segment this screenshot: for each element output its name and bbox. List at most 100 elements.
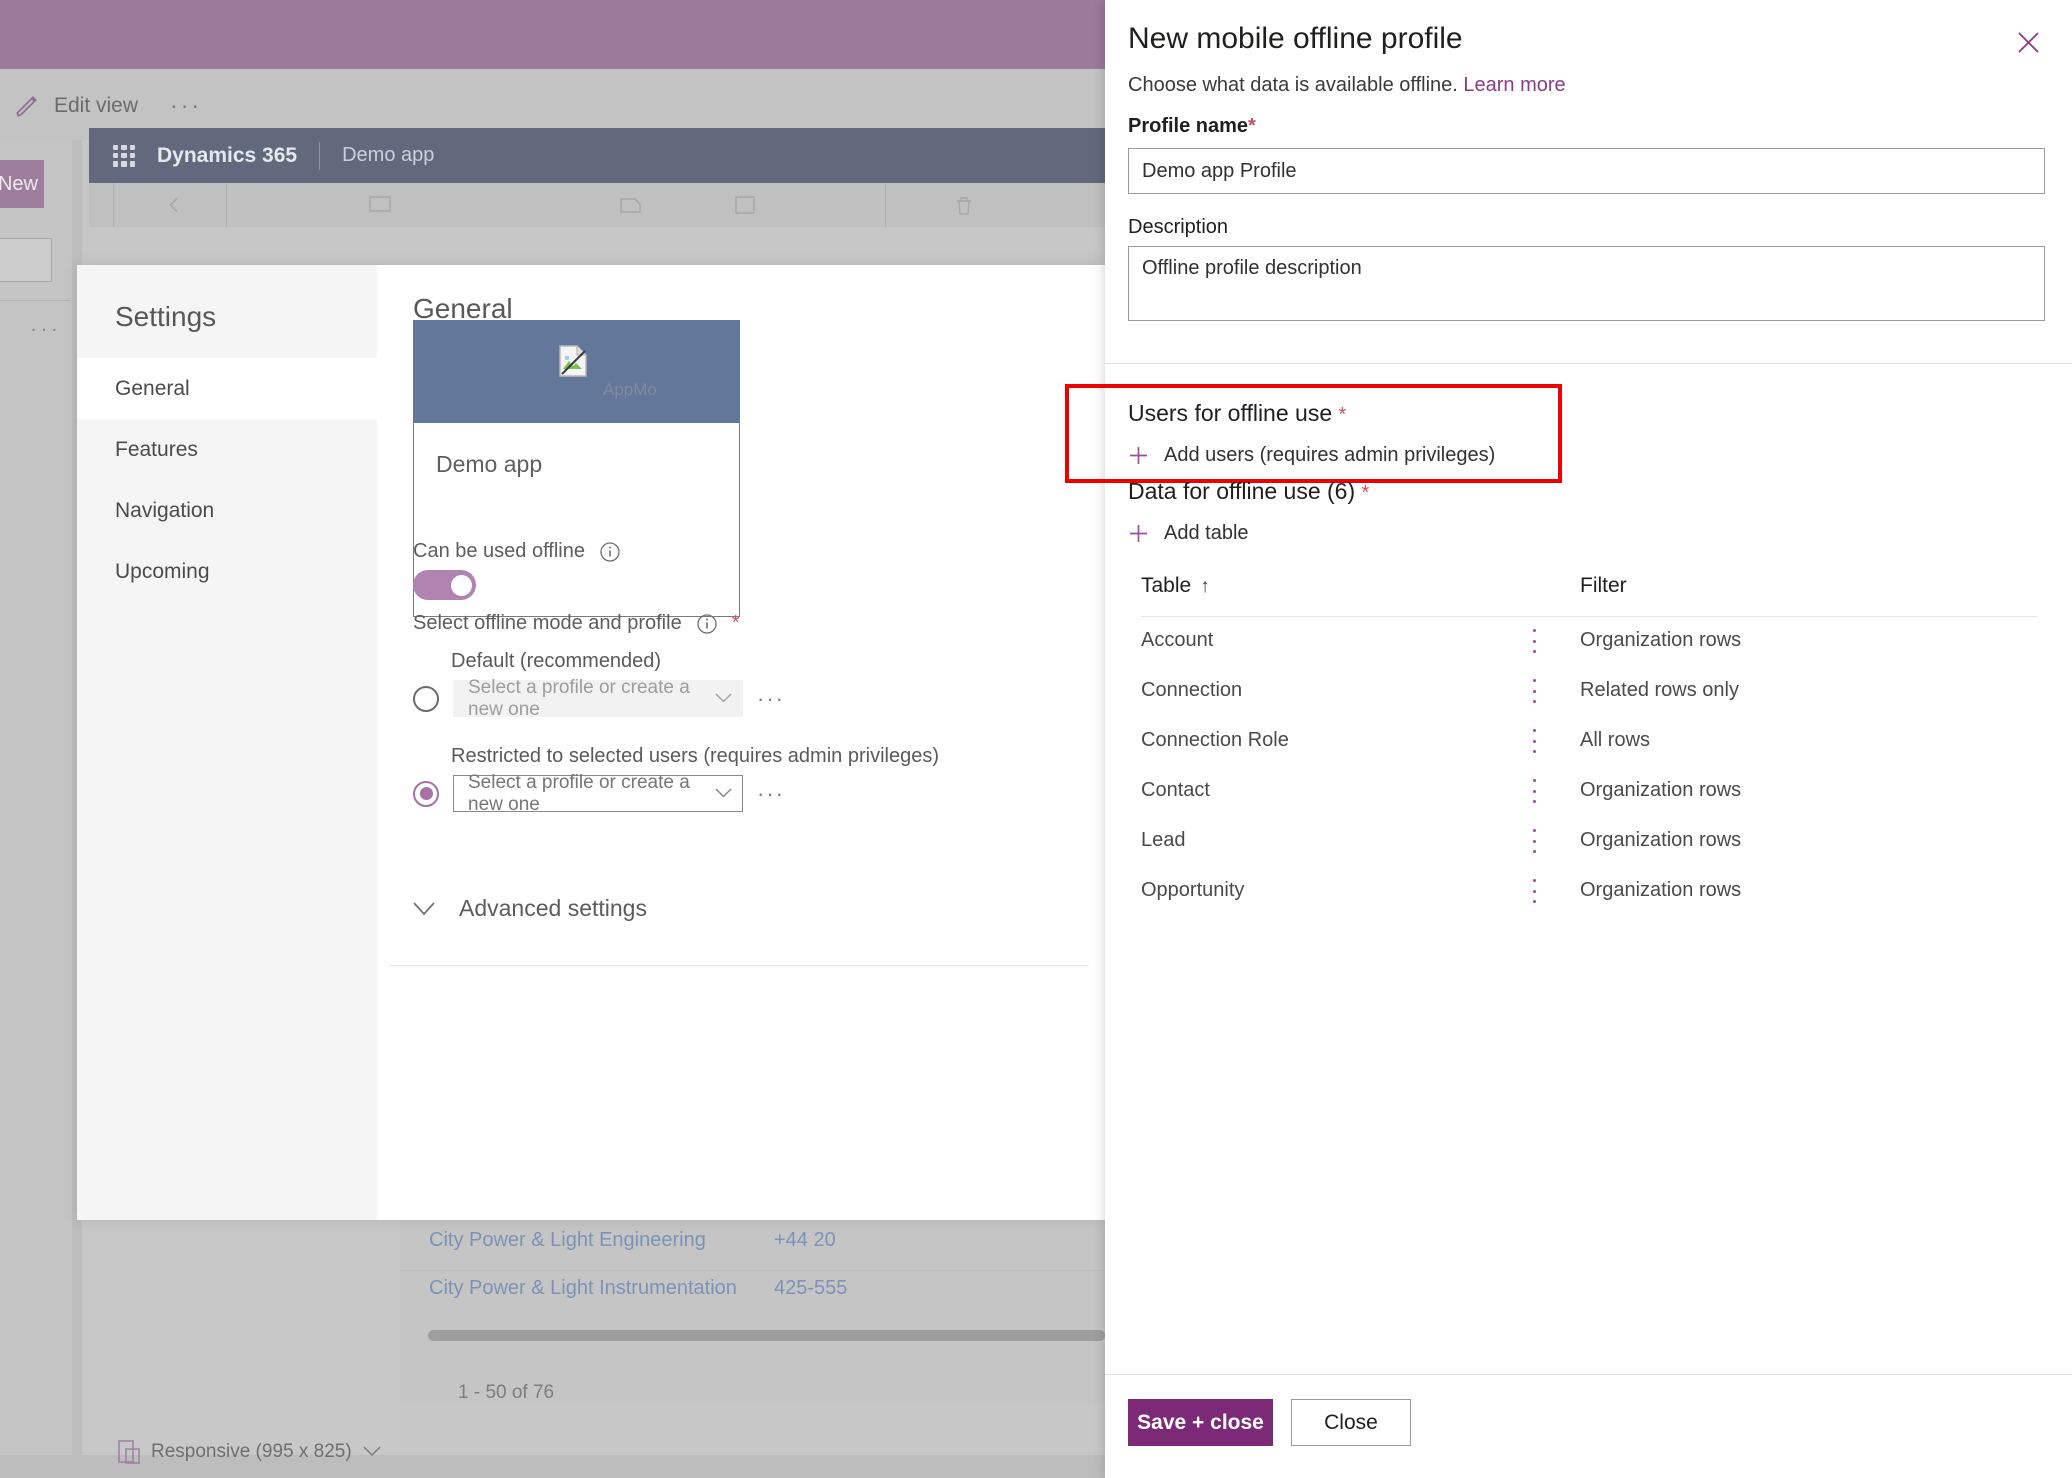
table-row-name: Lead: [1141, 829, 1186, 851]
add-users-button[interactable]: Add users (requires admin privileges): [1128, 444, 1495, 467]
offline-mode-option-default: Default (recommended) Select a profile o…: [413, 650, 1073, 720]
advanced-settings-toggle[interactable]: Advanced settings: [413, 895, 647, 922]
data-section-title: Data for offline use (6) *: [1128, 478, 1369, 505]
grid-row-link[interactable]: City Power & Light Instrumentation: [429, 1277, 737, 1300]
table-row-filter: Organization rows: [1580, 629, 1742, 651]
toggle-knob: [451, 574, 472, 596]
offline-toggle-label-row: Can be used offline: [413, 540, 621, 563]
row-more-options-icon[interactable]: [1523, 776, 1545, 806]
rail-overflow-button[interactable]: ···: [30, 316, 61, 342]
offline-mode-label: Select offline mode and profile: [413, 612, 682, 634]
profile-select-default[interactable]: Select a profile or create a new one: [453, 677, 743, 720]
grid-row-phone: +44 20: [774, 1229, 836, 1251]
grid-row-link[interactable]: City Power & Light Engineering: [429, 1229, 706, 1252]
profile-overflow-restricted[interactable]: ···: [757, 781, 785, 807]
table-row[interactable]: Account Organization rows: [1105, 616, 2072, 666]
chevron-down-icon: [413, 901, 435, 916]
screen-root: Edit view ··· New ··· Dynamics 365 Demo …: [0, 0, 2072, 1478]
thumbnail-caption: AppMo: [603, 380, 657, 399]
panel-footer-divider: [1105, 1374, 2072, 1375]
search-box[interactable]: [0, 238, 52, 282]
offline-toggle-label: Can be used offline: [413, 540, 585, 562]
row-more-options-icon[interactable]: [1523, 876, 1545, 906]
new-button[interactable]: New: [0, 160, 44, 208]
row-more-options-icon[interactable]: [1523, 726, 1545, 756]
data-section-title-text: Data for offline use (6): [1128, 478, 1356, 504]
back-arrow-icon[interactable]: [166, 196, 184, 219]
table-row[interactable]: Opportunity Organization rows: [1105, 866, 2072, 916]
profile-select-restricted[interactable]: Select a profile or create a new one: [453, 772, 743, 815]
add-table-button[interactable]: Add table: [1128, 522, 1249, 545]
header-divider: [319, 141, 321, 170]
waffle-icon[interactable]: [113, 144, 135, 167]
grid-horizontal-scrollbar[interactable]: [428, 1330, 1105, 1341]
profile-name-label: Profile name*: [1128, 115, 1256, 138]
table-row[interactable]: Lead Organization rows: [1105, 816, 2072, 866]
info-icon[interactable]: [599, 541, 621, 563]
responsive-selector[interactable]: Responsive (995 x 825): [118, 1440, 381, 1464]
description-textarea[interactable]: [1128, 246, 2045, 321]
table-row[interactable]: Contact Organization rows: [1105, 766, 2072, 816]
grid-row-phone: 425-555: [774, 1277, 848, 1299]
sidebar-item-label: Upcoming: [115, 559, 210, 583]
required-indicator: *: [1361, 482, 1370, 504]
option-label: Restricted to selected users (requires a…: [451, 745, 939, 767]
chevron-down-icon: [715, 690, 732, 708]
radio-restricted[interactable]: [413, 780, 439, 807]
edit-view-button[interactable]: Edit view ···: [14, 92, 202, 119]
info-icon[interactable]: [696, 613, 718, 635]
app-thumbnail: AppMo: [413, 320, 740, 423]
delete-icon[interactable]: [955, 196, 973, 221]
sidebar-item-general[interactable]: General: [77, 358, 377, 419]
sidebar-item-upcoming[interactable]: Upcoming: [77, 541, 377, 602]
responsive-label: Responsive (995 x 825): [151, 1441, 352, 1462]
panel-subtitle-text: Choose what data is available offline.: [1128, 74, 1458, 96]
table-row-name: Connection Role: [1141, 729, 1289, 751]
close-icon[interactable]: [2010, 24, 2046, 60]
required-indicator: *: [731, 612, 740, 634]
row-more-options-icon[interactable]: [1523, 826, 1545, 856]
settings-nav: Settings General Features Navigation Upc…: [77, 265, 377, 1220]
sidebar-item-navigation[interactable]: Navigation: [77, 480, 377, 541]
table-row[interactable]: Connection Related rows only: [1105, 666, 2072, 716]
toolbar-divider-1: [113, 183, 114, 227]
profile-overflow-default[interactable]: ···: [757, 686, 785, 712]
sort-ascending-icon: ↑: [1200, 576, 1210, 597]
column-header-filter[interactable]: Filter: [1580, 574, 1627, 598]
description-label: Description: [1128, 216, 1229, 238]
table-row[interactable]: Connection Role All rows: [1105, 716, 2072, 766]
save-and-close-button[interactable]: Save + close: [1128, 1399, 1273, 1446]
profile-select-value: Select a profile or create a new one: [468, 676, 690, 720]
radio-default[interactable]: [413, 685, 439, 712]
can-be-used-offline-toggle[interactable]: [413, 570, 476, 600]
dashboard-icon[interactable]: [735, 196, 755, 219]
command-overflow-button[interactable]: ···: [170, 92, 202, 119]
sidebar-item-label: Navigation: [115, 498, 215, 522]
row-more-options-icon[interactable]: [1523, 676, 1545, 706]
offline-mode-option-restricted: Restricted to selected users (requires a…: [413, 745, 1073, 815]
settings-content: General AppMo Demo app Can be used offli…: [377, 265, 1105, 1220]
add-table-label: Add table: [1164, 522, 1249, 544]
add-users-label: Add users (requires admin privileges): [1164, 444, 1496, 466]
sidebar-item-features[interactable]: Features: [77, 419, 377, 480]
advanced-settings-label: Advanced settings: [459, 895, 647, 921]
profile-name-input[interactable]: [1128, 148, 2045, 194]
column-header-table-label: Table: [1141, 574, 1192, 597]
chevron-down-icon: [715, 785, 732, 803]
users-section-highlight: [1065, 384, 1562, 483]
form-icon[interactable]: [620, 196, 642, 219]
learn-more-link[interactable]: Learn more: [1463, 74, 1565, 96]
app-toolbar: [89, 183, 1105, 227]
row-more-options-icon[interactable]: [1523, 626, 1545, 656]
sidebar-item-label: General: [115, 376, 190, 400]
app-card-name: Demo app: [436, 451, 543, 477]
offline-mode-label-row: Select offline mode and profile *: [413, 612, 740, 635]
table-row-filter: All rows: [1580, 729, 1651, 751]
panel-title: New mobile offline profile: [1128, 22, 1463, 55]
option-label: Default (recommended): [451, 650, 662, 672]
cancel-button[interactable]: Close: [1291, 1399, 1411, 1446]
page-icon[interactable]: [369, 196, 391, 219]
column-header-table[interactable]: Table ↑: [1141, 574, 1210, 598]
table-row-filter: Organization rows: [1580, 779, 1742, 801]
new-mobile-offline-profile-panel: New mobile offline profile Choose what d…: [1065, 0, 2072, 1478]
